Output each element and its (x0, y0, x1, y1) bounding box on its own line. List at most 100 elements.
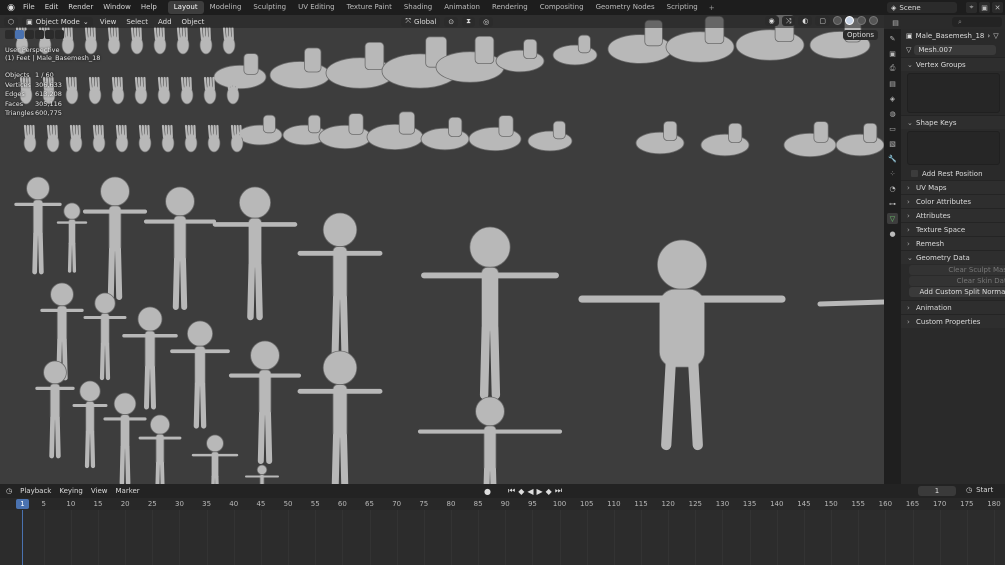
3d-viewport[interactable]: ⬡ ▣ Object Mode ⌄ View Select Add Object… (0, 15, 884, 484)
visibility-dropdown[interactable]: ◉ (764, 16, 779, 26)
tab-layout[interactable]: Layout (167, 1, 204, 14)
modifier-tab-icon[interactable]: 🔧 (887, 153, 898, 164)
shape-keys-list[interactable] (907, 131, 1000, 165)
menu-view[interactable]: View (97, 18, 120, 26)
menu-window[interactable]: Window (98, 0, 136, 15)
overlay-toggle[interactable]: ◐ (798, 16, 813, 26)
particles-tab-icon[interactable]: ⁘ (887, 168, 898, 179)
editor-type-button[interactable]: ⬡ (4, 16, 19, 27)
new-scene-icon[interactable]: ▣ (979, 2, 990, 13)
tab-modeling[interactable]: Modeling (204, 1, 248, 14)
panel-geometry-data[interactable]: ⌄ Geometry Data (901, 250, 1005, 264)
menu-view[interactable]: View (91, 487, 108, 495)
current-frame-field[interactable]: 1 (918, 486, 956, 496)
object-mode-dropdown[interactable]: ▣ Object Mode ⌄ (22, 16, 93, 27)
panel-vertex-groups[interactable]: ⌄ Vertex Groups (901, 57, 1005, 71)
menu-object[interactable]: Object (179, 18, 208, 26)
xray-toggle[interactable]: ▢ (815, 16, 830, 26)
object-tab-icon[interactable]: ▧ (887, 138, 898, 149)
select-extend-icon[interactable] (45, 30, 54, 39)
tab-compositing[interactable]: Compositing (534, 1, 590, 14)
menu-add[interactable]: Add (155, 18, 175, 26)
menu-playback[interactable]: Playback (20, 487, 51, 495)
snap-toggle[interactable]: ⧗ (462, 16, 476, 27)
scene-tab-icon[interactable]: ◈ (887, 93, 898, 104)
add-rest-position-checkbox[interactable] (911, 170, 918, 177)
panel-shape-keys[interactable]: ⌄ Shape Keys (901, 115, 1005, 129)
cursor-tool-icon[interactable] (5, 30, 14, 39)
select-subtract-icon[interactable] (55, 30, 64, 39)
output-tab-icon[interactable]: ⎙ (887, 63, 898, 74)
menu-render[interactable]: Render (63, 0, 98, 15)
wireframe-shading-icon[interactable] (833, 16, 842, 25)
options-dropdown[interactable]: Options (842, 30, 878, 40)
current-frame-indicator[interactable]: 1 (16, 499, 29, 509)
play-reverse-icon[interactable]: ◀ (527, 487, 533, 496)
tab-uv-editing[interactable]: UV Editing (292, 1, 341, 14)
play-icon[interactable]: ▶ (537, 487, 543, 496)
add-custom-split-normals-button[interactable]: Add Custom Split Normals (909, 287, 1005, 297)
menu-help[interactable]: Help (136, 0, 162, 15)
mesh-name-field[interactable]: Mesh.007 (914, 45, 997, 55)
tab-animation[interactable]: Animation (438, 1, 486, 14)
start-frame-control[interactable]: ◷ Start (966, 486, 993, 494)
timeline-track[interactable] (0, 510, 1005, 565)
timeline-editor[interactable]: ◷ Playback Keying View Marker ● ⏮ ◆ ◀ ▶ … (0, 484, 1005, 565)
select-lasso-icon[interactable] (35, 30, 44, 39)
scene-selector[interactable]: ◈ Scene (887, 2, 957, 13)
menu-file[interactable]: File (18, 0, 40, 15)
panel-texture-space[interactable]: › Texture Space (901, 222, 1005, 236)
pin-icon[interactable]: ⌖ (966, 2, 977, 13)
pivot-dropdown[interactable]: ⊙ (444, 16, 459, 27)
clear-sculpt-mask-button[interactable]: Clear Sculpt Mask (909, 265, 1005, 275)
rendered-shading-icon[interactable] (869, 16, 878, 25)
tab-rendering[interactable]: Rendering (486, 1, 534, 14)
view-layer-tab-icon[interactable]: ▤ (887, 78, 898, 89)
select-circle-icon[interactable] (25, 30, 34, 39)
editor-type-icon[interactable]: ◷ (6, 487, 12, 495)
blender-logo-icon[interactable]: ◉ (4, 1, 18, 15)
tab-scripting[interactable]: Scripting (661, 1, 704, 14)
menu-select[interactable]: Select (123, 18, 151, 26)
record-icon[interactable]: ● (484, 487, 491, 496)
jump-end-icon[interactable]: ⏭ (555, 486, 562, 496)
next-keyframe-icon[interactable]: ◆ (546, 487, 552, 496)
render-tab-icon[interactable]: ▣ (887, 48, 898, 59)
transform-orientation-dropdown[interactable]: ⤧ Global (401, 16, 441, 27)
select-box-tool-icon[interactable] (15, 30, 24, 39)
panel-animation[interactable]: › Animation (901, 300, 1005, 314)
panel-remesh[interactable]: › Remesh (901, 236, 1005, 250)
proportional-edit-toggle[interactable]: ◎ (479, 16, 494, 27)
panel-uv-maps[interactable]: › UV Maps (901, 180, 1005, 194)
material-shading-icon[interactable] (857, 16, 866, 25)
physics-tab-icon[interactable]: ◔ (887, 183, 898, 194)
frame-ruler[interactable]: 5 10 15 20 25 30 35 40 45 50 55 60 65 70 75 80 85 90 95 100… (0, 498, 1005, 510)
world-tab-icon[interactable]: ◍ (887, 108, 898, 119)
panel-attributes[interactable]: › Attributes (901, 208, 1005, 222)
gizmo-toggle[interactable]: ⤨ (781, 16, 796, 26)
tab-sculpting[interactable]: Sculpting (247, 1, 292, 14)
tab-shading[interactable]: Shading (398, 1, 438, 14)
prev-keyframe-icon[interactable]: ◆ (518, 487, 524, 496)
menu-keying[interactable]: Keying (59, 487, 83, 495)
menu-marker[interactable]: Marker (115, 487, 139, 495)
add-rest-position-row[interactable]: Add Rest Position (901, 167, 1005, 180)
material-tab-icon[interactable]: ● (887, 228, 898, 239)
constraints-tab-icon[interactable]: ⊶ (887, 198, 898, 209)
tab-texture-paint[interactable]: Texture Paint (341, 1, 398, 14)
jump-start-icon[interactable]: ⏮ (508, 486, 515, 496)
editor-type-icon[interactable]: ▤ (890, 17, 901, 28)
menu-edit[interactable]: Edit (40, 0, 64, 15)
vertex-groups-list[interactable] (907, 73, 1000, 113)
delete-scene-icon[interactable]: ✕ (992, 2, 1003, 13)
panel-custom-properties[interactable]: › Custom Properties (901, 314, 1005, 328)
search-input[interactable]: ⌕ (952, 17, 1002, 27)
clear-skin-data-button[interactable]: Clear Skin Data (909, 276, 1005, 286)
tab-geometry-nodes[interactable]: Geometry Nodes (590, 1, 661, 14)
mesh-data-tab-icon[interactable]: ▽ (887, 213, 898, 224)
tool-tab-icon[interactable]: ✎ (887, 33, 898, 44)
solid-shading-icon[interactable] (845, 16, 854, 25)
panel-color-attributes[interactable]: › Color Attributes (901, 194, 1005, 208)
collection-tab-icon[interactable]: ▭ (887, 123, 898, 134)
add-workspace-button[interactable]: + (704, 4, 720, 12)
